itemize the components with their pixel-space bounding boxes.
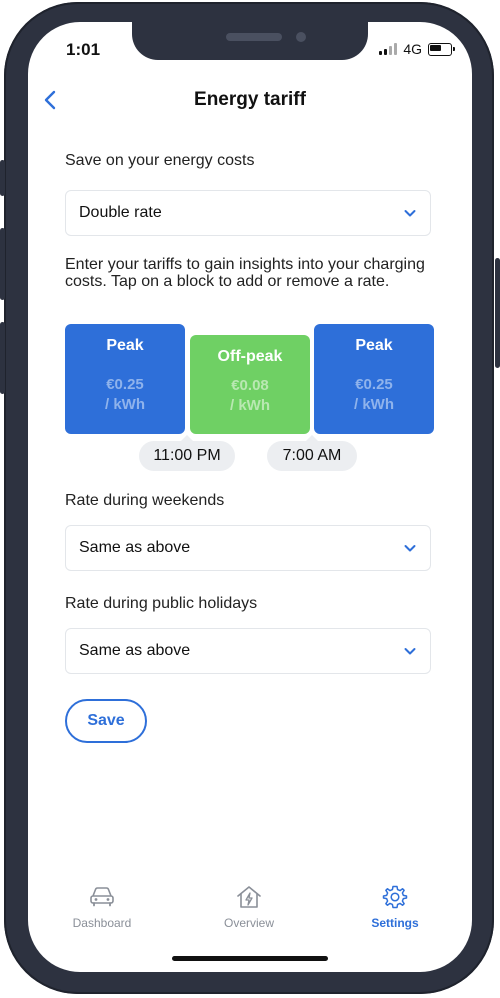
car-icon bbox=[90, 887, 114, 907]
holidays-select[interactable]: Same as above bbox=[65, 628, 431, 674]
block-name: Peak bbox=[106, 337, 144, 354]
home-indicator[interactable] bbox=[172, 956, 328, 961]
tariff-instructions: Enter your tariffs to gain insights into… bbox=[65, 256, 425, 290]
block-name: Peak bbox=[355, 337, 393, 354]
block-price: €0.25 bbox=[355, 376, 393, 393]
tariff-block-offpeak[interactable]: Off-peak €0.08 / kWh bbox=[190, 335, 310, 434]
tab-label: Settings bbox=[371, 916, 419, 930]
chevron-down-icon bbox=[404, 210, 416, 217]
house-bolt-icon bbox=[237, 886, 261, 908]
speaker bbox=[226, 33, 282, 41]
notch bbox=[132, 22, 368, 60]
tariff-type-value: Double rate bbox=[79, 204, 162, 221]
battery-icon bbox=[428, 42, 455, 56]
weekends-select[interactable]: Same as above bbox=[65, 525, 431, 571]
time-end-pill[interactable]: 7:00 AM bbox=[267, 435, 357, 471]
network-type: 4G bbox=[403, 41, 422, 57]
block-name: Off-peak bbox=[217, 348, 283, 365]
tab-dashboard[interactable]: Dashboard bbox=[47, 884, 157, 930]
tariff-type-select[interactable]: Double rate bbox=[65, 190, 431, 236]
tariff-label: Save on your energy costs bbox=[65, 152, 255, 169]
block-price: €0.08 bbox=[231, 377, 269, 394]
save-button[interactable]: Save bbox=[65, 699, 147, 743]
status-time: 1:01 bbox=[66, 40, 101, 59]
page-title: Energy tariff bbox=[194, 89, 306, 110]
tab-label: Overview bbox=[223, 916, 274, 930]
signal-icon bbox=[379, 43, 398, 55]
side-button-volume-up bbox=[0, 228, 5, 300]
status-indicators: 4G bbox=[379, 41, 455, 57]
block-unit: / kWh bbox=[105, 396, 145, 413]
time-start-pill[interactable]: 11:00 PM bbox=[139, 435, 235, 471]
chevron-down-icon bbox=[404, 545, 416, 552]
chevron-down-icon bbox=[404, 648, 416, 655]
holidays-label: Rate during public holidays bbox=[65, 595, 258, 612]
block-unit: / kWh bbox=[230, 397, 270, 414]
weekends-value: Same as above bbox=[79, 539, 191, 556]
tab-settings[interactable]: Settings bbox=[340, 884, 450, 930]
side-button-mute bbox=[0, 160, 5, 196]
camera bbox=[296, 32, 306, 42]
block-price: €0.25 bbox=[106, 376, 144, 393]
tariff-block-peak-1[interactable]: Peak €0.25 / kWh bbox=[65, 324, 185, 434]
block-unit: / kWh bbox=[354, 396, 394, 413]
tab-label: Dashboard bbox=[72, 916, 132, 930]
weekends-label: Rate during weekends bbox=[65, 492, 225, 509]
side-button-volume-down bbox=[0, 322, 5, 394]
gear-icon bbox=[382, 885, 408, 909]
side-button-power bbox=[495, 258, 500, 368]
tariff-block-peak-2[interactable]: Peak €0.25 / kWh bbox=[314, 324, 434, 434]
screen: 1:01 4G Energy tariff Save on your energ… bbox=[28, 22, 472, 972]
holidays-value: Same as above bbox=[79, 642, 191, 659]
tab-overview[interactable]: Overview bbox=[194, 884, 304, 930]
